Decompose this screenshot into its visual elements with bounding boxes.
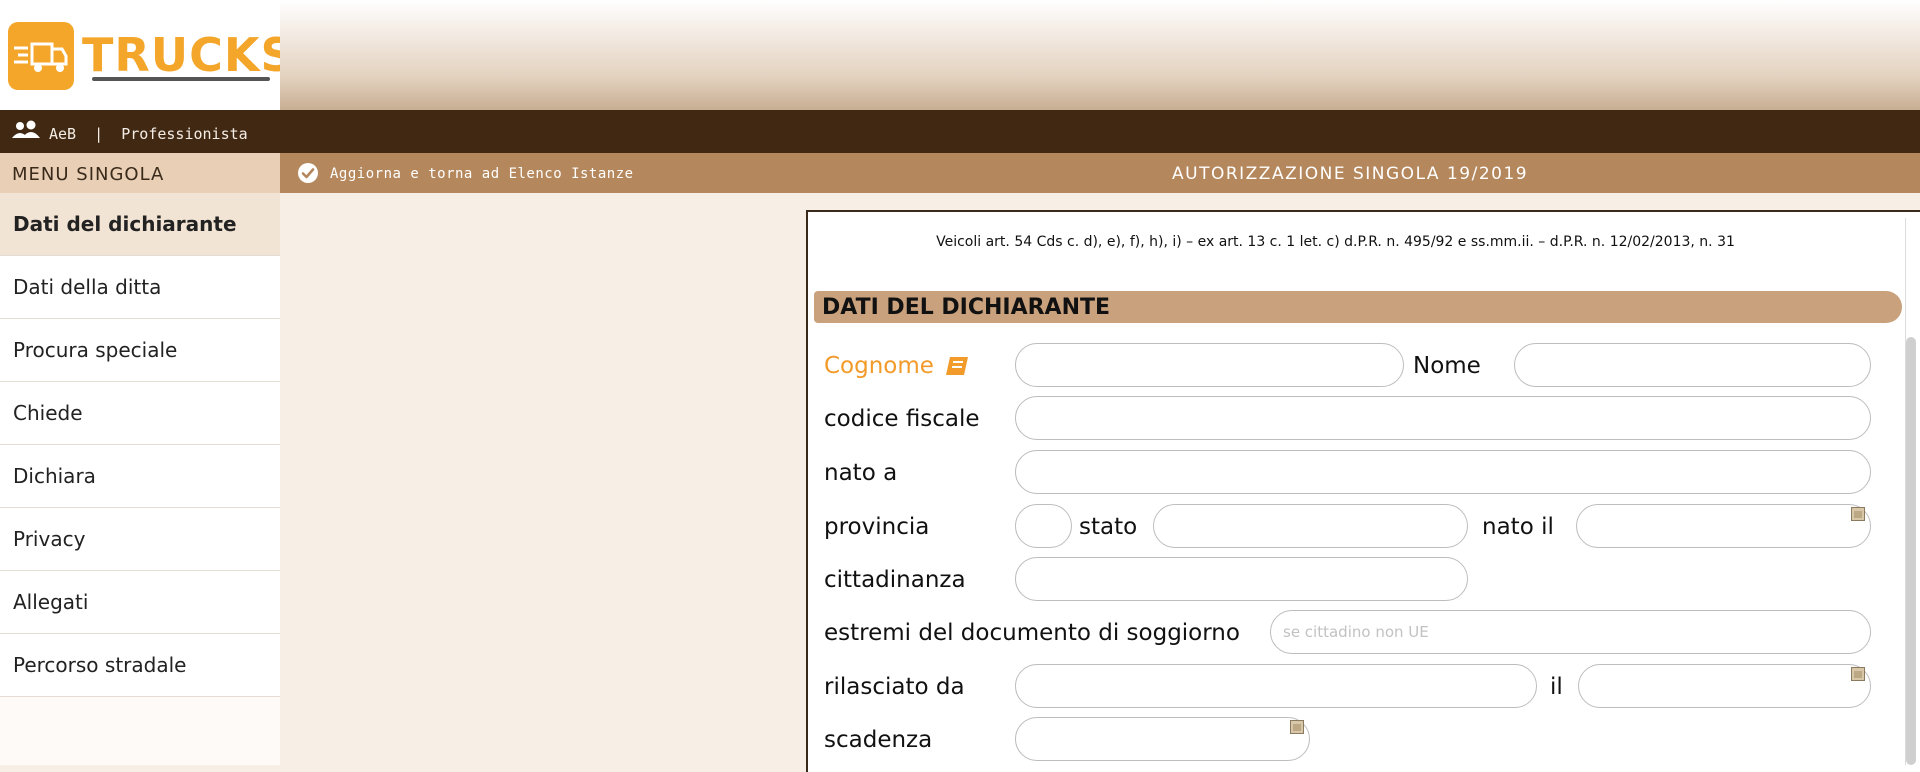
calendar-icon[interactable] <box>1851 507 1865 521</box>
nato-il-label: nato il <box>1482 514 1554 540</box>
documento-soggiorno-input[interactable] <box>1270 610 1871 654</box>
menu-heading-label: MENU SINGOLA <box>12 164 165 185</box>
documento-soggiorno-label: estremi del documento di soggiorno <box>824 620 1240 646</box>
menu-heading: MENU SINGOLA <box>0 153 280 194</box>
users-icon <box>12 120 40 142</box>
sidebar-item-label: Dichiara <box>13 464 96 488</box>
provincia-input[interactable] <box>1015 504 1072 548</box>
check-circle-icon[interactable] <box>298 163 318 183</box>
sidebar-item-dichiara[interactable]: Dichiara <box>0 445 280 508</box>
cognome-label: Cognome <box>824 353 934 379</box>
truck-logo-icon <box>8 22 74 90</box>
sidebar-item-procura-speciale[interactable]: Procura speciale <box>0 319 280 382</box>
logo-underline <box>92 77 270 81</box>
nato-a-label: nato a <box>824 460 898 486</box>
rilasciato-da-input[interactable] <box>1015 664 1537 708</box>
nato-il-input[interactable] <box>1576 504 1871 548</box>
cittadinanza-input[interactable] <box>1015 557 1468 601</box>
header: TRUCKS <box>0 0 1920 110</box>
sidebar-item-label: Chiede <box>13 401 83 425</box>
calendar-icon[interactable] <box>1290 720 1304 734</box>
codice-fiscale-input[interactable] <box>1015 396 1871 440</box>
stato-input[interactable] <box>1153 504 1468 548</box>
form-panel: Veicoli art. 54 Cds c. d), e), f), h), i… <box>806 210 1920 772</box>
legal-reference-text: Veicoli art. 54 Cds c. d), e), f), h), i… <box>936 234 1735 250</box>
sidebar-item-privacy[interactable]: Privacy <box>0 508 280 571</box>
nome-label: Nome <box>1413 353 1481 379</box>
il-label: il <box>1550 674 1563 700</box>
user-role-text: AeB | Professionista <box>49 125 248 143</box>
user-bar: AeB | Professionista <box>0 110 1920 153</box>
action-bar: Aggiorna e torna ad Elenco Istanze AUTOR… <box>280 153 1920 193</box>
sidebar-item-label: Dati del dichiarante <box>13 212 237 236</box>
sidebar-item-label: Percorso stradale <box>13 653 187 677</box>
section-title: DATI DEL DICHIARANTE <box>822 295 1111 320</box>
sidebar-item-percorso-stradale[interactable]: Percorso stradale <box>0 634 280 697</box>
scrollbar-thumb[interactable] <box>1906 337 1916 765</box>
book-icon[interactable] <box>944 355 970 377</box>
brand-area: TRUCKS <box>0 0 294 110</box>
scadenza-label: scadenza <box>824 727 933 753</box>
il-input[interactable] <box>1578 664 1871 708</box>
sidebar-item-allegati[interactable]: Allegati <box>0 571 280 634</box>
page-title: AUTORIZZAZIONE SINGOLA 19/2019 <box>1172 164 1529 184</box>
update-return-link[interactable]: Aggiorna e torna ad Elenco Istanze <box>330 166 634 182</box>
provincia-label: provincia <box>824 514 930 540</box>
calendar-icon[interactable] <box>1851 667 1865 681</box>
section-header: DATI DEL DICHIARANTE <box>814 291 1902 323</box>
cognome-input[interactable] <box>1015 343 1404 387</box>
sidebar-item-label: Privacy <box>13 527 86 551</box>
sidebar: Dati del dichiarante Dati della ditta Pr… <box>0 193 281 765</box>
nato-a-input[interactable] <box>1015 450 1871 494</box>
logo-text: TRUCKS <box>82 28 295 82</box>
codice-fiscale-label: codice fiscale <box>824 406 980 432</box>
sidebar-item-dati-ditta[interactable]: Dati della ditta <box>0 256 280 319</box>
scadenza-input[interactable] <box>1015 717 1310 761</box>
sidebar-item-label: Dati della ditta <box>13 275 162 299</box>
header-banner <box>280 0 1920 110</box>
sidebar-item-dati-dichiarante[interactable]: Dati del dichiarante <box>0 193 280 256</box>
sidebar-item-label: Procura speciale <box>13 338 178 362</box>
nome-input[interactable] <box>1514 343 1871 387</box>
stato-label: stato <box>1079 514 1138 540</box>
sidebar-item-label: Allegati <box>13 590 89 614</box>
rilasciato-da-label: rilasciato da <box>824 674 965 700</box>
cittadinanza-label: cittadinanza <box>824 567 966 593</box>
sidebar-item-chiede[interactable]: Chiede <box>0 382 280 445</box>
